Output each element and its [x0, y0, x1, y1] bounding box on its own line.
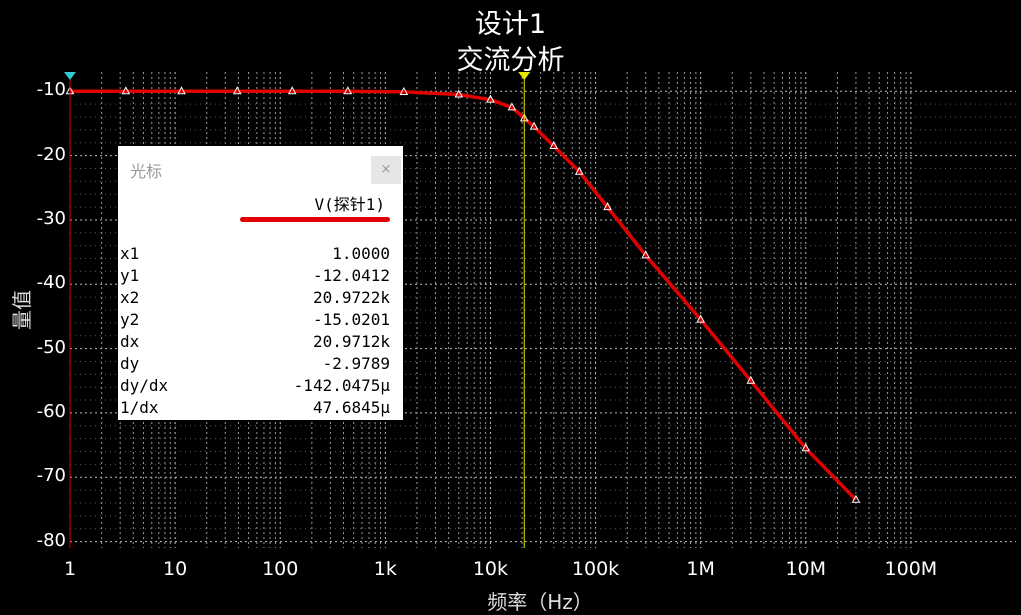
- x-tick-label: 1: [63, 558, 77, 580]
- cursor-row-1-dx: 1/dx 47.6845μ: [120, 398, 390, 420]
- cursor-row-dx: dx 20.9712k: [120, 332, 390, 354]
- x-tick-label: 10M: [785, 558, 827, 580]
- cursor-row-key: y1: [120, 266, 140, 285]
- x-tick-label: 100: [262, 558, 299, 580]
- chart-title: 设计1: [474, 9, 547, 40]
- y-axis-label: 量值: [10, 290, 34, 330]
- cursor-row-key: x2: [120, 288, 140, 307]
- series-color-underline: [240, 217, 390, 222]
- cursor-row-value: -12.0412: [312, 266, 390, 285]
- y-tick-label: -10: [36, 79, 66, 101]
- x-tick-label: 1k: [373, 558, 397, 580]
- cursor-row-y2: y2 -15.0201: [120, 310, 390, 332]
- y-tick-label: -60: [36, 400, 66, 422]
- chart-subtitle: 交流分析: [456, 45, 565, 76]
- cursor-panel-title: 光标: [130, 162, 163, 181]
- x-tick-label: 10: [163, 558, 188, 580]
- cursor-row-x2: x2 20.9722k: [120, 288, 390, 310]
- y-tick-label: -20: [36, 143, 66, 165]
- cursor-panel-column-header: V(探针1): [314, 195, 385, 214]
- cursor-row-key: dy/dx: [120, 376, 169, 395]
- x-tick-label: 100k: [571, 558, 620, 580]
- x-axis-label: 频率（Hz）: [487, 590, 593, 614]
- x-tick-label: 1M: [686, 558, 715, 580]
- cursor-row-key: dy: [120, 354, 140, 373]
- cursor-row-value: -15.0201: [312, 310, 390, 329]
- cursor-row-value: 47.6845μ: [312, 398, 390, 417]
- cursor-row-dy: dy -2.9789: [120, 354, 390, 376]
- x-tick-label: 100M: [884, 558, 938, 580]
- cursor-row-key: x1: [120, 244, 140, 263]
- cursor-row-key: 1/dx: [120, 398, 159, 417]
- cursor-row-value: 1.0000: [332, 244, 390, 263]
- cursor-row-value: -142.0475μ: [293, 376, 390, 395]
- x-tick-label: 10k: [472, 558, 509, 580]
- cursor-row-value: 20.9712k: [312, 332, 390, 351]
- y-tick-label: -80: [36, 529, 66, 551]
- y-tick-label: -30: [36, 207, 66, 229]
- cursor-panel[interactable]: 光标 × V(探针1) x1 1.0000 y1 -12.0412 x2 20.9722k…: [118, 146, 403, 420]
- y-tick-label: -70: [36, 465, 66, 487]
- close-icon[interactable]: ×: [371, 156, 401, 184]
- cursor-row-value: -2.9789: [322, 354, 390, 373]
- cursor-row-dy-dx: dy/dx -142.0475μ: [120, 376, 390, 398]
- cursor-row-key: y2: [120, 310, 140, 329]
- y-tick-label: -40: [36, 272, 66, 294]
- y-tick-label: -50: [36, 336, 66, 358]
- cursor-row-y1: y1 -12.0412: [120, 266, 390, 288]
- cursor-row-key: dx: [120, 332, 140, 351]
- cursor-row-x1: x1 1.0000: [120, 244, 390, 266]
- cursor-row-value: 20.9722k: [312, 288, 390, 307]
